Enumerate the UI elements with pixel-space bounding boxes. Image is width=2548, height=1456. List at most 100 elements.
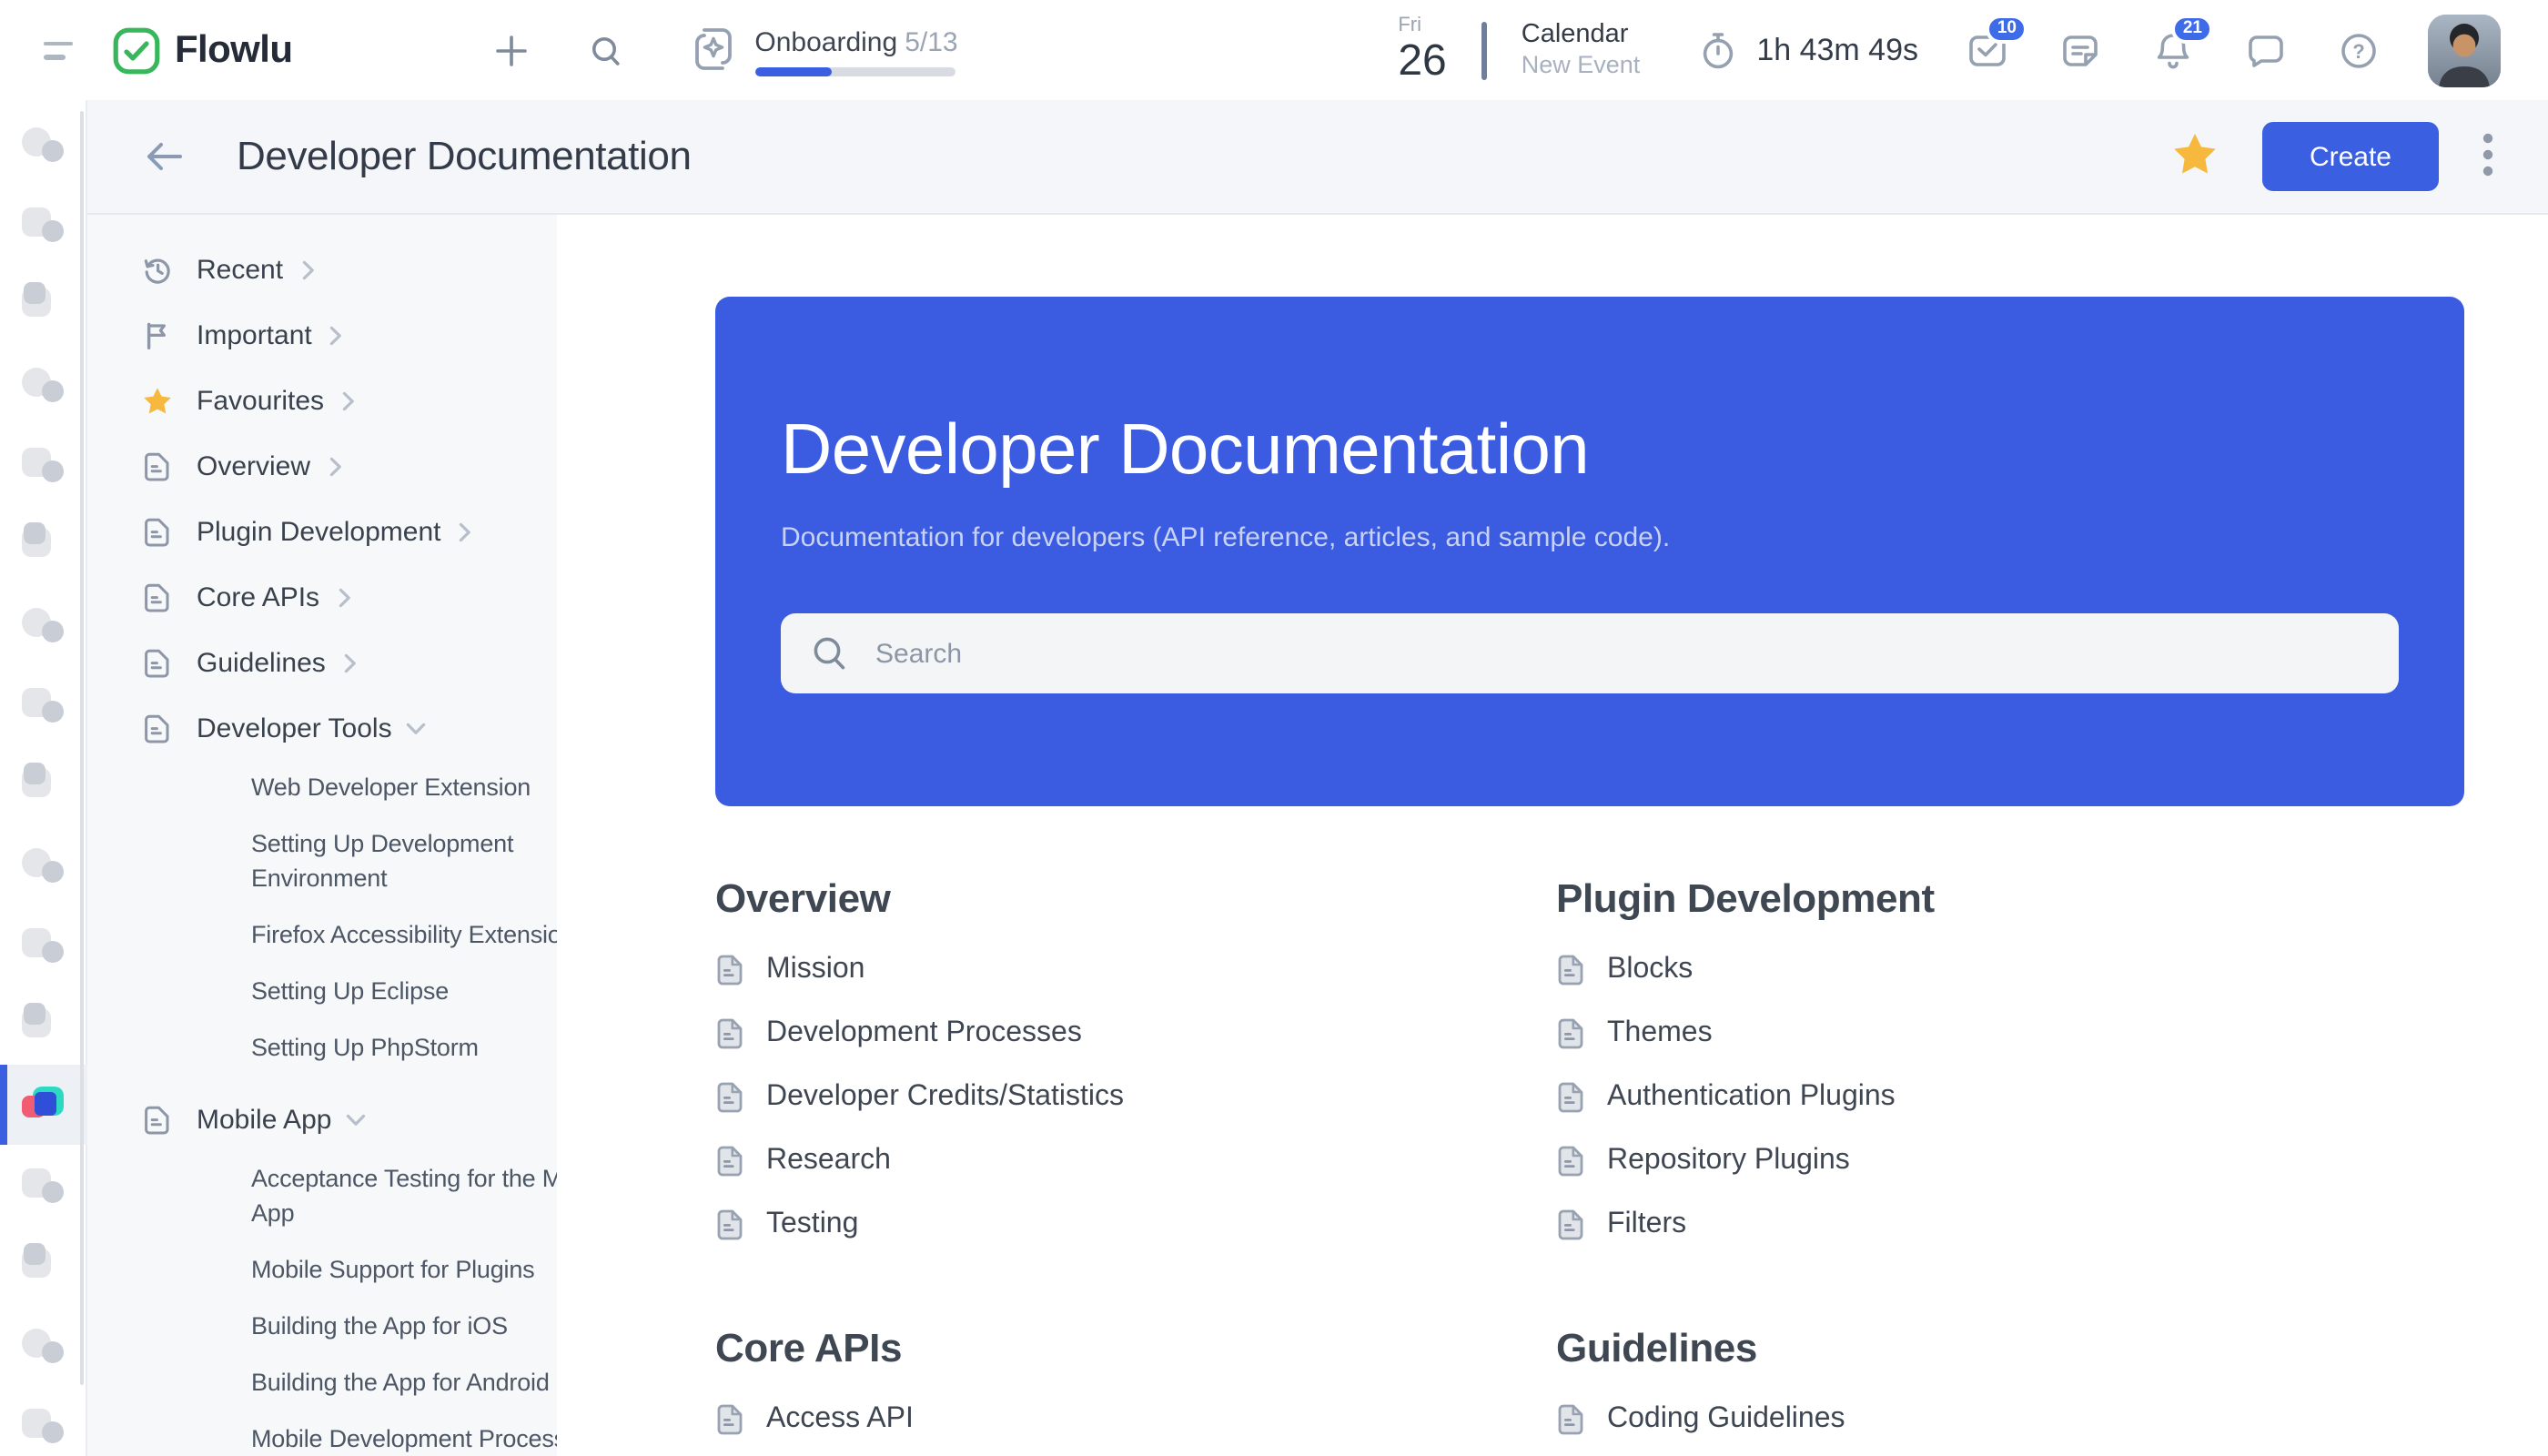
article-link[interactable]: Themes [1556,1001,2464,1065]
user-loop-icon [22,843,66,886]
article-label: Blocks [1607,953,1694,984]
article-link[interactable]: Testing [715,1192,1556,1256]
article-icon [717,1145,743,1176]
sidebar-subitem[interactable]: Setting Up PhpStorm [251,1030,557,1065]
sidebar-subitem[interactable]: Setting Up Development Environment [251,826,557,895]
sidebar-item-label: Developer Tools [197,713,392,743]
article-link[interactable]: Mission [715,937,1556,1001]
sidebar-item-recent[interactable]: Recent [142,237,557,302]
menu-toggle-button[interactable] [33,25,84,76]
rail-item-layers[interactable] [0,1225,87,1305]
section-list: Coding Guidelines [1556,1387,2464,1451]
sidebar-subitem[interactable]: Mobile Support for Plugins [251,1252,557,1287]
section-title: Plugin Development [1556,875,1935,921]
sidebar-item-important[interactable]: Important [142,302,557,368]
article-icon [717,954,743,985]
back-button[interactable] [138,131,189,182]
sidebar-item-developer-tools[interactable]: Developer Tools [142,695,557,761]
sidebar-subitem[interactable]: Acceptance Testing for the Mobile App [251,1161,557,1230]
favorite-star-button[interactable] [2171,131,2219,182]
mail-button[interactable]: 10 [1964,14,2027,74]
article-link[interactable]: Coding Guidelines [1556,1387,2464,1451]
article-link[interactable]: Research [715,1128,1556,1192]
article-link[interactable]: Blocks [1556,937,2464,1001]
rail-item-upload[interactable] [0,905,87,985]
rail-item-card-lines[interactable] [0,664,87,744]
chevron-icon [347,1113,366,1125]
sidebar-subitem[interactable]: Mobile Development Process [251,1421,557,1456]
article-link[interactable]: Filters [1556,1192,2464,1256]
hero-banner: Developer Documentation Documentation fo… [715,297,2464,806]
notifications-button[interactable]: 21 [2149,14,2213,74]
sidebar-sublist: Web Developer Extension Setting Up Develo… [142,770,557,1065]
avatar-photo [2428,14,2501,86]
doc-section-overview: Overview Mission Development Processes D… [715,806,1556,1256]
sidebar-subitem[interactable]: Web Developer Extension [251,770,557,804]
sections-grid: Overview Mission Development Processes D… [715,806,2464,1451]
rail-item-user-loop[interactable] [0,824,87,905]
sidebar-item-guidelines[interactable]: Guidelines [142,630,557,695]
sidebar-item-favourites[interactable]: Favourites [142,368,557,433]
user-avatar[interactable] [2428,14,2501,86]
rail-item-toggles[interactable] [0,985,87,1065]
date-widget[interactable]: Fri 26 [1398,15,1446,84]
doc-sidebar: Recent Important Favourites Overview Plu… [87,215,557,1456]
rail-item-user[interactable] [0,1305,87,1385]
rail-item-tree-up[interactable] [0,424,87,504]
chat-button[interactable] [2242,26,2290,74]
rail-item-team[interactable] [0,744,87,824]
star-icon [142,385,173,416]
sidebar-item-mobile-app[interactable]: Mobile App [142,1087,557,1152]
article-label: Themes [1607,1016,1713,1047]
svg-text:?: ? [2352,39,2364,62]
article-label: Repository Plugins [1607,1144,1850,1175]
sidebar-subitem[interactable]: Building the App for Android [251,1365,557,1400]
clock-icon [22,1403,66,1447]
sidebar-subitem[interactable]: Building the App for iOS [251,1309,557,1343]
star-icon [2174,134,2216,174]
onboarding-label: Onboarding 5/13 [754,27,958,58]
quick-add-button[interactable] [485,25,536,76]
sidebar-subitem[interactable]: Setting Up Eclipse [251,974,557,1008]
rail-item-pencil-note[interactable] [0,584,87,664]
onboarding-widget[interactable]: Onboarding 5/13 [689,24,958,76]
rail-item-tasks-check[interactable] [0,184,87,264]
sidebar-item-core-apis[interactable]: Core APIs [142,564,557,630]
new-event-link[interactable]: New Event [1522,51,1641,82]
article-link[interactable]: Authentication Plugins [1556,1065,2464,1128]
chevron-icon [301,259,313,279]
help-button[interactable]: ? [2335,26,2382,74]
article-link[interactable]: Development Processes [715,1001,1556,1065]
timer-widget[interactable]: 1h 43m 49s [1696,28,1918,72]
sidebar-item-overview[interactable]: Overview [142,433,557,499]
onboarding-icon [694,28,732,70]
rail-item-person-flag[interactable] [0,264,87,344]
app-window: Flowlu Onboarding 5/13 Fri 26 Calendar N… [0,0,2548,1456]
more-options-button[interactable] [2482,132,2493,181]
pencil-note-icon [22,602,66,646]
sidebar-item-plugin-development[interactable]: Plugin Development [142,499,557,564]
global-search-button[interactable] [580,25,631,76]
article-link[interactable]: Developer Credits/Statistics [715,1065,1556,1128]
rail-item-knowledge-base[interactable] [0,1065,87,1145]
tasks-check-icon [22,202,66,246]
hero-search[interactable] [781,613,2399,693]
sidebar-item-label: Favourites [197,385,325,416]
rail-item-clock[interactable] [0,1385,87,1456]
calendar-widget[interactable]: Calendar New Event [1522,18,1641,82]
chevron-icon [329,456,340,476]
article-link[interactable]: Access API [715,1387,1556,1451]
sidebar-subitem[interactable]: Firefox Accessibility Extension [251,917,557,952]
article-link[interactable]: Repository Plugins [1556,1128,2464,1192]
article-icon [717,1017,743,1048]
rail-item-heart[interactable] [0,104,87,184]
rail-item-circle-overlap[interactable] [0,504,87,584]
hero-search-input[interactable] [872,636,2370,671]
document-icon [142,516,173,547]
rail-item-chat-ring[interactable] [0,344,87,424]
rail-item-gem[interactable] [0,1145,87,1225]
sidebar-item-label: Important [197,319,312,350]
brand[interactable]: Flowlu [113,26,293,74]
create-button[interactable]: Create [2261,122,2439,191]
notes-button[interactable] [2057,26,2104,74]
